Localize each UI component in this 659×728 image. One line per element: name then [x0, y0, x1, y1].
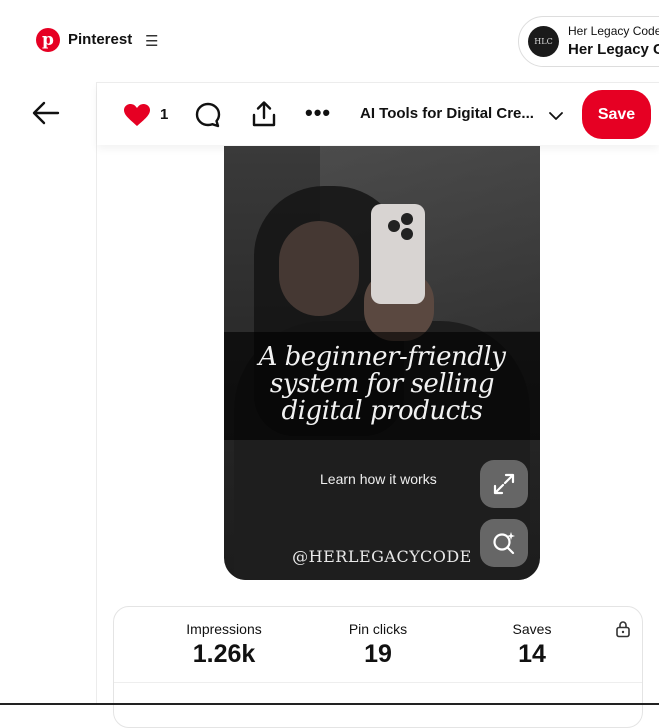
phone-lens	[401, 213, 413, 225]
headline-line: system for selling	[269, 369, 495, 399]
top-header: p Pinterest ☰ HLC Her Legacy Code Her Le…	[0, 0, 659, 82]
board-selector[interactable]: AI Tools for Digital Cre...	[360, 105, 534, 122]
comment-icon[interactable]	[195, 102, 221, 133]
logo-letter: p	[42, 30, 54, 50]
account-avatar: HLC	[528, 26, 559, 57]
stat-label-pin-clicks: Pin clicks	[348, 621, 408, 637]
stat-value-impressions: 1.26k	[192, 640, 256, 668]
headline-line: A beginner-friendly	[258, 342, 506, 372]
figure-face	[279, 221, 359, 316]
account-name-small: Her Legacy Code	[568, 24, 659, 38]
lens-search-icon	[493, 532, 515, 555]
expand-button[interactable]	[480, 460, 528, 508]
visual-search-button[interactable]	[480, 519, 528, 567]
reaction-count: 1	[160, 106, 169, 123]
stat-value-pin-clicks: 19	[364, 640, 392, 668]
save-button[interactable]: Save	[582, 90, 651, 139]
back-arrow-icon[interactable]	[30, 98, 64, 128]
share-icon[interactable]	[251, 100, 277, 133]
pin-action-bar: 1 ••• AI Tools for Digital Cre... Save	[97, 82, 659, 145]
more-options-icon[interactable]: •••	[305, 102, 331, 124]
lock-icon	[615, 620, 631, 643]
headline-line: digital products	[281, 396, 483, 426]
phone-lens	[388, 220, 400, 232]
pin-stats-card: Impressions 1.26k Pin clicks 19 Saves 14	[113, 606, 643, 728]
phone-lens	[401, 228, 413, 240]
stat-label-impressions: Impressions	[186, 621, 262, 637]
column-divider	[96, 82, 97, 705]
chevron-down-icon[interactable]	[549, 108, 563, 126]
account-switcher[interactable]: HLC Her Legacy Code Her Legacy C	[518, 16, 659, 67]
account-name: Her Legacy C	[568, 41, 659, 58]
phone-in-photo	[371, 204, 425, 304]
hamburger-icon[interactable]: ☰	[145, 32, 158, 50]
pinterest-logo-icon[interactable]: p	[36, 28, 60, 52]
pin-image[interactable]: A beginner-friendly system for selling d…	[224, 146, 540, 580]
expand-icon	[493, 473, 515, 495]
pin-headline: A beginner-friendly system for selling d…	[230, 344, 534, 425]
pin-cta-text: Learn how it works	[320, 471, 437, 487]
heart-icon[interactable]	[123, 103, 151, 132]
brand-name[interactable]: Pinterest	[68, 31, 132, 48]
stat-value-saves: 14	[518, 640, 546, 668]
stats-divider	[114, 682, 642, 683]
stat-label-saves: Saves	[512, 621, 552, 637]
